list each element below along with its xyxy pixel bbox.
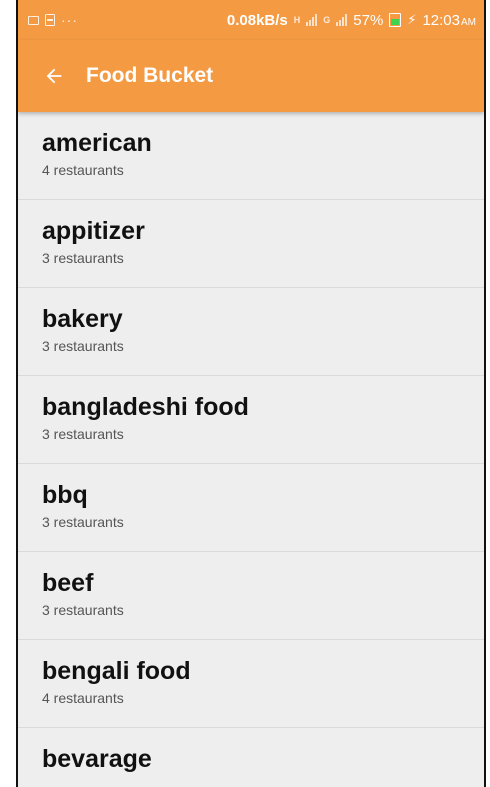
charging-icon: ⚡: [407, 12, 417, 27]
network-type-2: G: [323, 15, 331, 25]
network-speed: 0.08kB/s: [226, 11, 288, 29]
list-item[interactable]: bangladeshi food 3 restaurants: [18, 376, 484, 464]
category-name: bangladeshi food: [42, 393, 249, 421]
restaurant-count: 4 restaurants: [42, 690, 124, 707]
list-item[interactable]: american 4 restaurants: [18, 112, 484, 200]
sim-icon: [45, 14, 55, 26]
more-notifications-icon: ···: [61, 12, 78, 28]
clock: 12:03AM: [422, 12, 476, 29]
restaurant-count: 3 restaurants: [42, 602, 124, 619]
category-name: bbq: [42, 481, 88, 509]
notification-icon: [28, 15, 39, 25]
restaurant-count: 3 restaurants: [42, 514, 124, 531]
page-title: Food Bucket: [86, 64, 214, 87]
restaurant-count: 4 restaurants: [42, 162, 124, 179]
signal-icon: [306, 14, 318, 26]
restaurant-count: 3 restaurants: [42, 426, 124, 443]
category-name: beef: [42, 569, 94, 597]
list-item[interactable]: bengali food 4 restaurants: [18, 640, 484, 728]
battery-percentage: 57%: [353, 11, 384, 29]
restaurant-count: 3 restaurants: [42, 250, 124, 267]
category-name: appitizer: [42, 217, 145, 245]
category-name: bengali food: [42, 657, 191, 685]
back-arrow-icon[interactable]: [26, 48, 82, 104]
list-item[interactable]: beef 3 restaurants: [18, 552, 484, 640]
category-list: american 4 restaurants appitizer 3 resta…: [18, 112, 484, 787]
app-bar: Food Bucket: [18, 40, 484, 112]
status-indicators: 0.08kB/s H G 57% ⚡ 12:03AM: [227, 12, 476, 29]
status-notifications: ···: [28, 12, 78, 28]
category-name: american: [42, 129, 152, 157]
phone-screen: ··· 0.08kB/s H G 57% ⚡ 12:03AM Food Buck…: [16, 0, 486, 787]
category-name: bevarage: [42, 745, 152, 773]
list-item[interactable]: bbq 3 restaurants: [18, 464, 484, 552]
signal-icon-2: [336, 14, 348, 26]
restaurant-count: 3 restaurants: [42, 338, 124, 355]
clock-ampm: AM: [461, 16, 476, 28]
list-item[interactable]: bevarage: [18, 728, 484, 787]
network-type-1: H: [293, 15, 301, 25]
list-item[interactable]: bakery 3 restaurants: [18, 288, 484, 376]
status-bar: ··· 0.08kB/s H G 57% ⚡ 12:03AM: [18, 0, 484, 40]
clock-time: 12:03: [422, 11, 460, 29]
battery-icon: [389, 13, 402, 27]
list-item[interactable]: appitizer 3 restaurants: [18, 200, 484, 288]
category-name: bakery: [42, 305, 123, 333]
